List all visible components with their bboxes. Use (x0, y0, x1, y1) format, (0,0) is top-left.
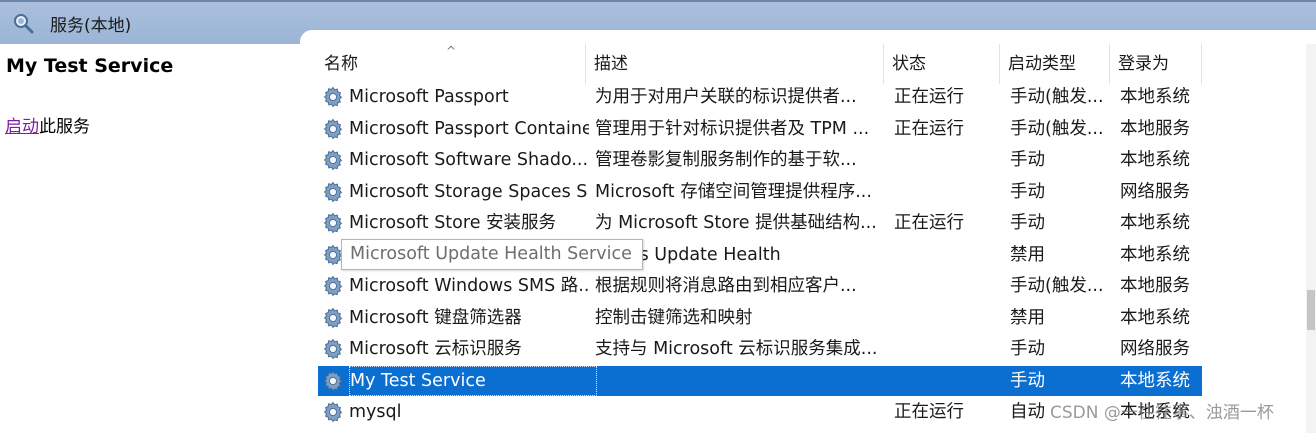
service-description-cell: Microsoft 存储空间管理提供程序... (595, 181, 872, 202)
service-description-cell: 管理用于针对标识提供者及 TPM ... (595, 118, 870, 139)
service-startup-type-cell: 手动 (1010, 150, 1045, 170)
table-row[interactable]: Microsoft Passport Container 管理用于针对标识提供者及… (318, 114, 1202, 144)
service-gear-icon (321, 274, 345, 298)
service-description-cell: 控制击键筛选和映射 (595, 307, 753, 328)
service-gear-icon (321, 180, 345, 204)
service-name-cell: Microsoft Passport Container (349, 118, 589, 139)
service-gear-icon (321, 369, 345, 393)
service-gear-icon (321, 400, 345, 424)
service-gear-icon (321, 117, 345, 141)
service-description-cell: 管理卷影复制服务制作的基于软... (595, 150, 857, 170)
window-title: 服务(本地) (50, 16, 132, 36)
services-magnifier-icon (14, 14, 34, 34)
watermark: CSDN @一往往事、浊酒一杯 (1050, 403, 1274, 423)
column-header-startup-type[interactable]: 启动类型 (1000, 44, 1110, 84)
service-name-cell: Microsoft Windows SMS 路... (349, 276, 589, 296)
service-startup-type-cell: 手动(触发... (1010, 276, 1104, 296)
selected-service-name: My Test Service (6, 55, 174, 77)
service-description-cell: 支持与 Microsoft 云标识服务集成... (595, 339, 878, 359)
service-name-cell: Microsoft 键盘筛选器 (349, 307, 522, 328)
service-startup-type-cell: 手动 (1010, 370, 1045, 391)
scrollbar-thumb[interactable] (1307, 290, 1315, 330)
service-name-tooltip: Microsoft Update Health Service (341, 239, 643, 270)
service-name-cell: Microsoft Store 安装服务 (349, 213, 557, 233)
table-row[interactable]: Microsoft Software Shado... 管理卷影复制服务制作的基于… (318, 145, 1202, 175)
service-status-cell: 正在运行 (894, 118, 964, 139)
service-logon-as-cell: 本地服务 (1120, 118, 1190, 139)
service-startup-type-cell: 手动 (1010, 339, 1045, 359)
table-row[interactable]: Microsoft 云标识服务 支持与 Microsoft 云标识服务集成... 手… (318, 334, 1202, 364)
service-description-cell: 根据规则将消息路由到相应客户... (595, 276, 857, 296)
service-status-cell: 正在运行 (894, 87, 964, 107)
column-header-status[interactable]: 状态 (884, 44, 1000, 84)
service-gear-icon (321, 148, 345, 172)
service-logon-as-cell: 本地服务 (1120, 276, 1190, 296)
start-service-suffix: 此服务 (39, 117, 90, 137)
service-logon-as-cell: 网络服务 (1120, 181, 1190, 202)
service-startup-type-cell: 禁用 (1010, 244, 1045, 265)
service-description-cell: 为 Microsoft Store 提供基础结构... (595, 213, 877, 233)
table-row[interactable]: Microsoft Windows SMS 路... 根据规则将消息路由到相应客户… (318, 271, 1202, 301)
column-header-logon-as[interactable]: 登录为 (1110, 44, 1202, 84)
table-row[interactable]: Microsoft Store 安装服务 为 Microsoft Store 提供… (318, 208, 1202, 238)
service-status-cell: 正在运行 (894, 213, 964, 233)
service-startup-type-cell: 手动(触发... (1010, 118, 1104, 139)
service-name-cell: My Test Service (349, 365, 597, 396)
service-gear-icon (321, 337, 345, 361)
table-row[interactable]: Microsoft 键盘筛选器 控制击键筛选和映射 禁用 本地系统 (318, 303, 1202, 333)
services-window: 服务(本地) My Test Service 启动此服务 ^ 名称 描述 状态 … (0, 0, 1316, 433)
service-description-cell: 为用于对用户关联的标识提供者... (595, 87, 857, 107)
service-logon-as-cell: 本地系统 (1120, 307, 1190, 328)
service-name-cell: Microsoft Storage Spaces S... (349, 181, 589, 202)
service-logon-as-cell: 本地系统 (1120, 213, 1190, 233)
service-startup-type-cell: 禁用 (1010, 307, 1045, 328)
table-row[interactable]: Microsoft Storage Spaces S... Microsoft 存… (318, 177, 1202, 207)
service-gear-icon (321, 211, 345, 235)
service-name-cell: Microsoft Passport (349, 87, 509, 107)
service-logon-as-cell: 本地系统 (1120, 370, 1190, 391)
table-row[interactable]: My Test Service 手动 本地系统 (318, 365, 1202, 396)
service-name-cell: Microsoft Software Shado... (349, 150, 589, 170)
service-startup-type-cell: 手动 (1010, 181, 1045, 202)
service-gear-icon (321, 306, 345, 330)
service-detail-pane: My Test Service 启动此服务 (0, 44, 300, 433)
service-logon-as-cell: 网络服务 (1120, 339, 1190, 359)
column-header-name[interactable]: 名称 (316, 44, 586, 84)
service-action: 启动此服务 (5, 112, 90, 137)
service-logon-as-cell: 本地系统 (1120, 150, 1190, 170)
service-name-cell: mysql (349, 402, 402, 422)
table-row[interactable]: Microsoft Passport 为用于对用户关联的标识提供者... 正在运行 手… (318, 82, 1202, 112)
vertical-scrollbar[interactable] (1306, 44, 1316, 433)
service-logon-as-cell: 本地系统 (1120, 244, 1190, 265)
service-name-cell: Microsoft 云标识服务 (349, 339, 522, 359)
service-startup-type-cell: 手动(触发... (1010, 87, 1104, 107)
service-startup-type-cell: 手动 (1010, 213, 1045, 233)
column-header-description[interactable]: 描述 (586, 44, 884, 84)
services-list-pane: ^ 名称 描述 状态 启动类型 登录为 Microsoft Passport 为用… (300, 30, 1316, 433)
start-service-link[interactable]: 启动 (5, 117, 39, 137)
service-logon-as-cell: 本地系统 (1120, 87, 1190, 107)
service-status-cell: 正在运行 (894, 402, 964, 422)
service-gear-icon (321, 85, 345, 109)
